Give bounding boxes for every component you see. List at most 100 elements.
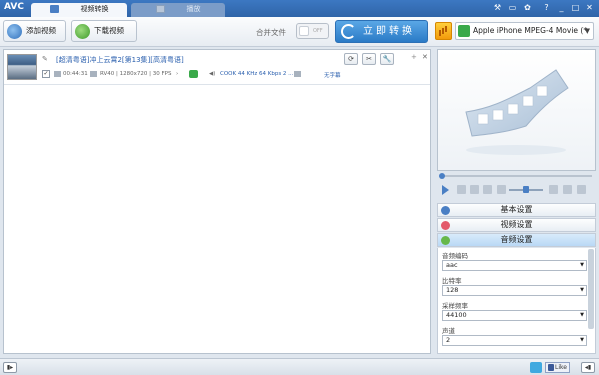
volume-icon[interactable] xyxy=(497,185,506,194)
audio-codec-label: 音频编码 xyxy=(442,252,468,260)
basic-settings-icon xyxy=(441,206,450,215)
fullscreen-icon[interactable] xyxy=(549,185,558,194)
file-meta-line: ✓ 00:44:31 RV40 | 1280x720 | 30 FPS › ◀)… xyxy=(42,70,422,80)
channels-select[interactable]: 2 ▼ xyxy=(442,335,587,346)
download-icon xyxy=(75,24,90,39)
channels-label: 声道 xyxy=(442,327,455,335)
video-icon xyxy=(90,71,97,77)
add-video-icon xyxy=(7,24,22,39)
chevron-down-icon: ▼ xyxy=(584,27,590,35)
seek-handle[interactable] xyxy=(439,173,445,179)
tab-label: 视频转换 xyxy=(80,5,109,13)
file-row[interactable]: ✎ [超清粤语]冲上云霄2[第13集][高清粤语] ⟳ ✂ 🔧 + ✕ ✓ 00… xyxy=(4,50,430,85)
clock-icon xyxy=(54,71,61,77)
video-settings-header[interactable]: 视频设置 xyxy=(437,218,596,232)
refresh-icon[interactable]: ⟳ xyxy=(344,53,358,65)
toggle-state: OFF xyxy=(313,28,323,34)
close-icon[interactable]: ✕ xyxy=(422,53,428,61)
add-video-button[interactable]: 添加视频 xyxy=(3,20,66,42)
effects-icon[interactable] xyxy=(577,185,586,194)
phone-icon xyxy=(189,70,198,78)
minimize-icon[interactable]: _ xyxy=(556,2,567,13)
tab-video-convert[interactable]: 视频转换 xyxy=(31,3,127,17)
chevron-down-icon: ▼ xyxy=(580,287,584,293)
convert-now-label: 立即转换 xyxy=(363,26,415,37)
download-video-label: 下载视频 xyxy=(94,26,124,35)
play-icon[interactable] xyxy=(442,185,449,195)
bitrate-select[interactable]: 128 ▼ xyxy=(442,285,587,296)
screenshot-icon[interactable] xyxy=(470,185,479,194)
toggle-knob xyxy=(299,26,309,36)
player-controls xyxy=(437,182,596,198)
maximize-icon[interactable]: □ xyxy=(570,2,581,13)
profile-bars-icon[interactable] xyxy=(435,22,452,40)
toolbar: 添加视频 下载视频 合并文件 OFF 立即转换 Apple iPhone MPE… xyxy=(0,17,599,47)
twitter-icon[interactable] xyxy=(530,362,542,373)
duration: 00:44:31 xyxy=(63,71,88,77)
convert-now-button[interactable]: 立即转换 xyxy=(335,20,428,43)
video-settings-label: 视频设置 xyxy=(500,220,533,229)
wrench-icon[interactable]: 🔧 xyxy=(380,53,394,65)
refresh-icon xyxy=(341,24,356,39)
seek-track xyxy=(441,175,592,177)
stop-icon[interactable] xyxy=(457,185,466,194)
toggle-panel-right-icon[interactable]: ◂▮ xyxy=(581,362,595,373)
channels-value: 2 xyxy=(446,336,451,344)
close-icon[interactable]: ✕ xyxy=(584,2,595,13)
tab-play[interactable]: 播放 xyxy=(131,3,225,17)
edit-name-icon[interactable]: ✎ xyxy=(42,55,49,63)
basic-settings-header[interactable]: 基本设置 xyxy=(437,203,596,217)
convert-tab-icon xyxy=(49,5,59,13)
volume-slider[interactable] xyxy=(509,186,543,193)
seek-bar[interactable] xyxy=(437,172,596,180)
video-thumbnail xyxy=(7,54,37,80)
file-checkbox[interactable]: ✓ xyxy=(42,70,50,78)
audio-codec-value: aac xyxy=(446,261,458,269)
file-name[interactable]: [超清粤语]冲上云霄2[第13集][高清粤语] xyxy=(56,55,184,65)
help-icon[interactable]: ? xyxy=(541,2,552,13)
toggle-panel-left-icon[interactable]: ▮▸ xyxy=(3,362,17,373)
add-video-label: 添加视频 xyxy=(26,26,56,35)
phone-icon xyxy=(458,25,470,37)
download-video-button[interactable]: 下载视频 xyxy=(71,20,137,42)
monitor-icon[interactable]: ▭ xyxy=(507,2,518,13)
bitrate-label: 比特率 xyxy=(442,277,462,285)
video-preview xyxy=(437,49,596,171)
film-strip-illustration xyxy=(465,69,569,155)
speaker-icon: ◀) xyxy=(209,71,216,77)
sample-rate-select[interactable]: 44100 ▼ xyxy=(442,310,587,321)
audio-settings-panel: 音频编码 aac ▼ 比特率 128 ▼ 采样频率 44100 ▼ 声道 2 ▼ xyxy=(437,248,596,354)
video-info: RV40 | 1280x720 | 30 FPS xyxy=(100,71,172,77)
crop-icon[interactable] xyxy=(563,185,572,194)
file-list-panel: ✎ [超清粤语]冲上云霄2[第13集][高清粤语] ⟳ ✂ 🔧 + ✕ ✓ 00… xyxy=(3,49,431,354)
audio-settings-icon xyxy=(441,236,450,245)
sample-rate-label: 采样频率 xyxy=(442,302,468,310)
sample-rate-value: 44100 xyxy=(446,311,467,319)
audio-settings-label: 音频设置 xyxy=(500,235,533,244)
subtitle-icon xyxy=(294,71,301,77)
wrench-icon[interactable]: ⚒ xyxy=(492,2,503,13)
film-icon xyxy=(155,5,165,13)
merge-toggle[interactable]: OFF xyxy=(296,23,329,39)
gear-icon[interactable]: ✿ xyxy=(522,2,533,13)
video-settings-icon xyxy=(441,221,450,230)
audio-codec-select[interactable]: aac ▼ xyxy=(442,260,587,271)
chevron-down-icon: ▼ xyxy=(580,337,584,343)
folder-icon[interactable] xyxy=(483,185,492,194)
merge-files-label: 合并文件 xyxy=(256,28,286,37)
tab-label: 播放 xyxy=(186,5,201,13)
bitrate-value: 128 xyxy=(446,286,459,294)
chevron-right-icon: › xyxy=(176,71,179,77)
audio-info[interactable]: COOK 44 KHz 64 Kbps 2 ... xyxy=(220,71,293,77)
scissors-icon[interactable]: ✂ xyxy=(362,53,376,65)
app-logo: AVC xyxy=(4,2,24,12)
audio-settings-header[interactable]: 音频设置 xyxy=(437,233,596,247)
volume-handle[interactable] xyxy=(523,186,529,193)
profile-value: Apple iPhone MPEG-4 Movie (* xyxy=(473,26,588,35)
subtitle-link[interactable]: 无字幕 xyxy=(324,71,341,79)
facebook-like-button[interactable]: Like xyxy=(545,362,570,373)
settings-scrollbar[interactable] xyxy=(588,249,594,329)
output-profile-select[interactable]: Apple iPhone MPEG-4 Movie (* ▼ xyxy=(455,22,594,40)
add-icon[interactable]: + xyxy=(411,53,417,61)
basic-settings-label: 基本设置 xyxy=(500,205,533,214)
